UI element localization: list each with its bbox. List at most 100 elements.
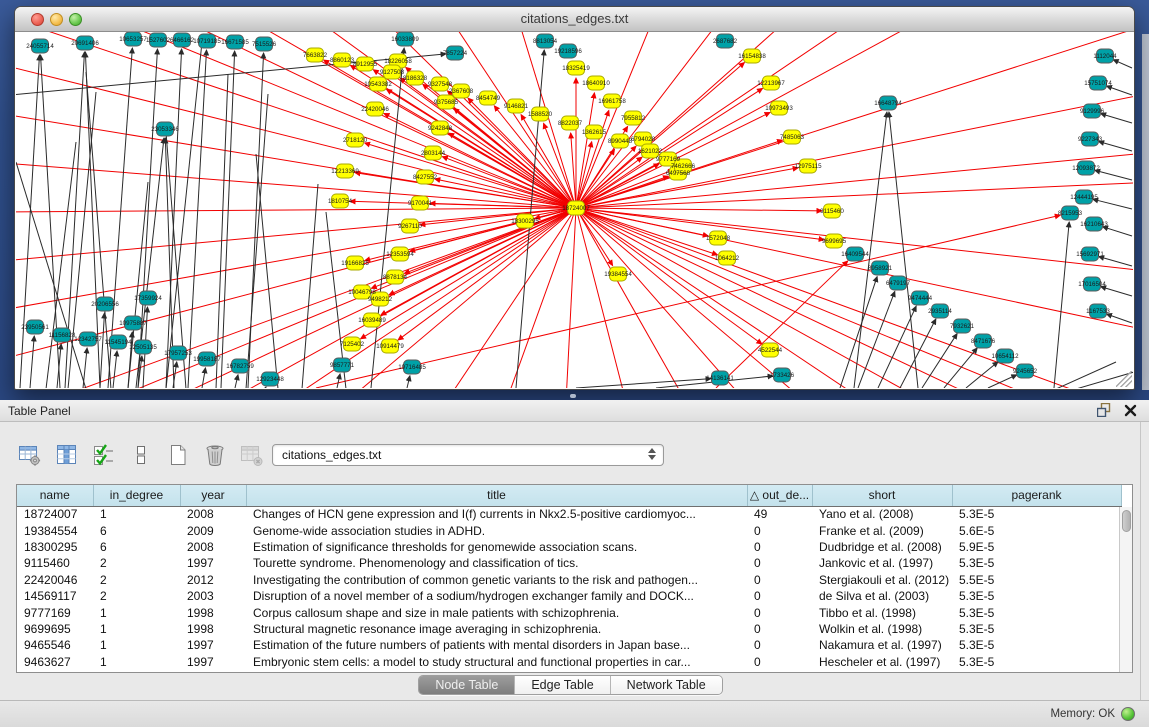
table-cell: Structural magnetic resonance image aver…: [246, 621, 747, 637]
graph-node-label: 12213369: [331, 168, 359, 175]
table-row[interactable]: 2242004622012Investigating the contribut…: [17, 572, 1121, 588]
table-cell: Estimation of significance thresholds fo…: [246, 539, 747, 555]
tab-edge-table[interactable]: Edge Table: [515, 676, 610, 694]
close-panel-icon[interactable]: [1124, 404, 1137, 417]
table-scrollbar[interactable]: [1119, 507, 1132, 672]
select-columns-button[interactable]: [90, 441, 118, 469]
graph-node-label: 7857224: [443, 50, 468, 57]
delete-columns-button[interactable]: [201, 441, 229, 469]
graph-node-label: 8427552: [413, 174, 438, 181]
table-toolbar: ƒ(x): [16, 438, 303, 472]
table-cell: 5.3E-5: [952, 555, 1121, 571]
table-row[interactable]: 977716911998Corpus callosum shape and si…: [17, 604, 1121, 620]
graph-node-label: 8860123: [330, 57, 355, 64]
table-cell: 9777169: [17, 604, 93, 620]
table-settings-button[interactable]: [16, 441, 44, 469]
background-window-edge: [1142, 34, 1149, 390]
table-cell: 5.3E-5: [952, 621, 1121, 637]
graph-node-label: 7932621: [950, 323, 975, 330]
graph-node-label: 19958187: [193, 356, 221, 363]
table-scrollbar-thumb[interactable]: [1122, 510, 1131, 532]
graph-node-label: 7515526: [252, 41, 277, 48]
column-header-out_de[interactable]: △ out_de...: [747, 485, 812, 506]
graph-node-label: 20206556: [91, 301, 119, 308]
graph-node-label: 10973493: [765, 105, 793, 112]
graph-node-label: 19218596: [554, 48, 582, 55]
table-cell: 0: [747, 637, 812, 653]
table-row[interactable]: 969969511998Structural magnetic resonanc…: [17, 621, 1121, 637]
table-row[interactable]: 1456911722003Disruption of a novel membe…: [17, 588, 1121, 604]
graph-node-label: 10543382: [364, 81, 392, 88]
graph-node-label: 12444195: [1070, 194, 1098, 201]
table-cell: Tibbo et al. (1998): [812, 604, 952, 620]
show-columns-button[interactable]: [53, 441, 81, 469]
graph-node-label: 16154838: [738, 53, 766, 60]
table-cell: 22420046: [17, 572, 93, 588]
table-select-dropdown[interactable]: citations_edges.txt: [272, 444, 664, 466]
graph-node-label: 7955812: [621, 115, 646, 122]
table-cell: 0: [747, 654, 812, 670]
table-cell: 5.3E-5: [952, 637, 1121, 653]
window-title: citations_edges.txt: [15, 11, 1134, 26]
graph-node-label: 11156828: [49, 332, 76, 339]
table-cell: 18300295: [17, 539, 93, 555]
table-cell: 5.3E-5: [952, 654, 1121, 670]
graph-node-label: 10914479: [376, 343, 404, 350]
table-cell: Yano et al. (2008): [812, 506, 952, 522]
table-cell: 1: [93, 654, 180, 670]
graph-node-label: 19384554: [604, 271, 632, 278]
column-header-in_degree[interactable]: in_degree: [93, 485, 180, 506]
table-cell: 2: [93, 555, 180, 571]
table-cell: 1997: [180, 654, 246, 670]
table-row[interactable]: 1872400712008Changes of HCN gene express…: [17, 506, 1121, 522]
table-row[interactable]: 946362711997Embryonic stem cells: a mode…: [17, 654, 1121, 670]
graph-node-label: 18226058: [384, 58, 412, 65]
table-cell: 5.3E-5: [952, 506, 1121, 522]
column-header-year[interactable]: year: [180, 485, 246, 506]
memory-status-indicator[interactable]: [1121, 707, 1135, 721]
table-cell: 6: [93, 522, 180, 538]
table-cell: Stergiakouli et al. (2012): [812, 572, 952, 588]
column-header-short[interactable]: short: [812, 485, 952, 506]
graph-node-label: 20691406: [71, 40, 99, 47]
graph-node-label: 12923448: [256, 376, 284, 383]
graph-node-label: 9699695: [822, 238, 847, 245]
graph-node-label: 9375685: [434, 99, 459, 106]
tab-network-table[interactable]: Network Table: [611, 676, 722, 694]
graph-node-label: 2687682: [713, 38, 738, 45]
canvas-resize-grip[interactable]: [1116, 371, 1132, 387]
table-row[interactable]: 1938455462009Genome-wide association stu…: [17, 522, 1121, 538]
table-cell: 0: [747, 539, 812, 555]
network-canvas[interactable]: 2405571420691406106532571527602646616210…: [16, 32, 1133, 388]
graph-node-label: 9474444: [908, 295, 933, 302]
window-titlebar[interactable]: citations_edges.txt: [15, 7, 1134, 32]
graph-node-label: 12342757: [74, 336, 102, 343]
column-header-name[interactable]: name: [17, 485, 93, 506]
column-header-pagerank[interactable]: pagerank: [952, 485, 1121, 506]
splitter-handle[interactable]: [570, 394, 576, 398]
graph-node-label: 19166825: [341, 260, 369, 267]
table-cell: 1998: [180, 621, 246, 637]
table-cell: 2003: [180, 588, 246, 604]
table-cell: 1: [93, 506, 180, 522]
row-height-button[interactable]: [127, 441, 155, 469]
graph-node-label: 16039489: [358, 317, 386, 324]
dropdown-arrows-icon: [648, 448, 656, 460]
table-row[interactable]: 911546021997Tourette syndrome. Phenomeno…: [17, 555, 1121, 571]
table-cell: Nakamura et al. (1997): [812, 637, 952, 653]
graph-node-label: 9115460: [820, 208, 844, 215]
graph-node-label: 17957253: [164, 350, 192, 357]
create-table-button[interactable]: [164, 441, 192, 469]
graph-node-label: 9146821: [504, 103, 529, 110]
network-window: citations_edges.txt 24055714206914061065…: [14, 6, 1135, 390]
float-panel-icon[interactable]: [1097, 403, 1112, 417]
graph-node-label: 8990448: [608, 138, 633, 145]
graph-node-label: 8912955: [353, 61, 378, 68]
tab-node-table[interactable]: Node Table: [419, 676, 515, 694]
table-row[interactable]: 1830029562008Estimation of significance …: [17, 539, 1121, 555]
table-row[interactable]: 946554611997Estimation of the future num…: [17, 637, 1121, 653]
table-cell: 5.3E-5: [952, 604, 1121, 620]
graph-node-label: 9242848: [428, 125, 453, 132]
citation-graph[interactable]: 2405571420691406106532571527602646616210…: [16, 32, 1133, 388]
column-header-title[interactable]: title: [246, 485, 747, 506]
